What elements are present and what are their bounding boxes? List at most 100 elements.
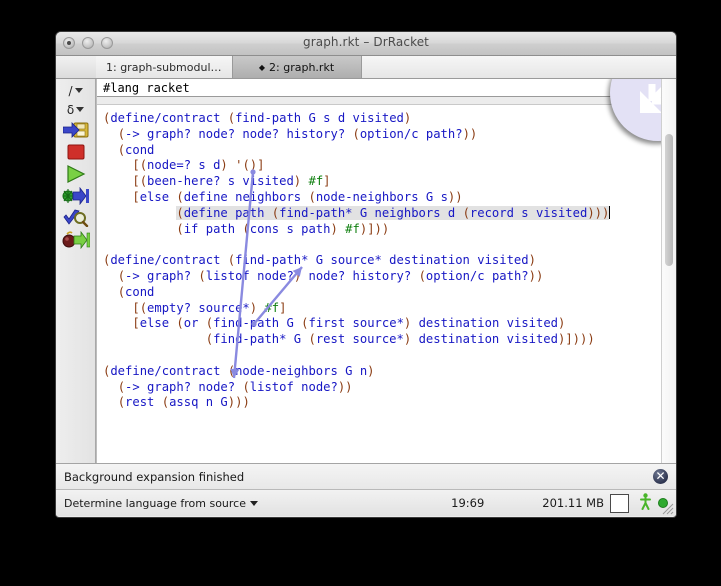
code-token: listof node? [250,380,338,394]
code-line[interactable]: (define path (find-path* G neighbors d (… [103,206,662,222]
code-token: node? history? [309,269,419,283]
window-title: graph.rkt – DrRacket [56,35,676,49]
code-line-text: [(been-here? s visited) #f] [132,174,330,188]
code-line[interactable]: (rest (assq n G))) [103,395,662,411]
code-token: G s d visited [301,111,404,125]
code-token: ) [220,158,235,172]
code-token: ] [323,174,330,188]
code-token: ) [404,316,419,330]
code-token: ( [118,143,125,157]
code-line[interactable]: (if path (cons s path) #f)])) [103,222,662,238]
tab-graph-submodule[interactable]: 1: graph-submodul… [96,56,233,78]
code-line-text: (define/contract (find-path G s d visite… [103,111,411,125]
code-token: find-path* G neighbors d [279,206,462,220]
code-line[interactable]: [(node=? s d) '()] [103,158,662,174]
cursor-position: 19:69 [451,496,484,510]
text-cursor [609,206,610,219]
code-token: ( [176,222,183,236]
save-button[interactable] [59,119,93,141]
code-token: rest [125,395,162,409]
code-token: or [184,316,206,330]
delta-menu-button[interactable]: δ [59,100,93,119]
code-token: ) [404,332,419,346]
editor-area: #lang racket (define/contract (find-path… [96,79,676,463]
code-token: ( [206,316,213,330]
code-token: ( [242,380,249,394]
code-token: '() [235,158,257,172]
code-line[interactable]: (define/contract (find-path* G source* d… [103,253,662,269]
lang-line[interactable]: #lang racket [97,79,662,97]
run-icon [65,165,87,183]
code-line-text: (rest (assq n G))) [118,395,250,409]
code-token: assq n G [169,395,228,409]
code-line[interactable]: (define/contract (find-path G s d visite… [103,111,662,127]
editor-vertical-scrollbar[interactable] [661,79,676,463]
code-token: define/contract [110,364,220,378]
code-line-text: (find-path* G (rest source*) destination… [206,332,595,346]
memory-gauge[interactable] [610,494,629,513]
macro-stepper-button[interactable] [59,185,93,207]
code-token: #f [308,174,323,188]
code-token: -> graph? [125,269,198,283]
indent-menu-button[interactable]: / [59,81,93,100]
save-icon [63,121,89,139]
code-line[interactable]: [(empty? source*) #f] [103,301,662,317]
code-line[interactable]: (-> graph? node? node? history? (option/… [103,127,662,143]
code-token: else [140,316,169,330]
code-line[interactable]: (-> graph? (listof node?) node? history?… [103,269,662,285]
code-line[interactable]: (cond [103,285,662,301]
code-token [220,111,227,125]
status-message-bar: Background expansion finished ✕ [56,463,676,489]
code-line[interactable]: (find-path* G (rest source*) destination… [103,332,662,348]
code-token: find-path G [213,316,301,330]
code-token: ( [118,395,125,409]
source-code[interactable]: (define/contract (find-path G s d visite… [97,105,662,411]
running-man-glyph [639,493,652,510]
code-token: ) [558,316,565,330]
code-line-text: (-> graph? (listof node?) node? history?… [118,269,544,283]
code-token: ) [330,222,345,236]
code-line[interactable]: (-> graph? node? (listof node?)) [103,380,662,396]
code-token: -> graph? node? [125,380,242,394]
code-token: ( [228,111,235,125]
code-token: else [140,190,169,204]
lang-divider [97,97,662,105]
code-token: destination visited [419,316,558,330]
dismiss-status-button[interactable]: ✕ [653,469,668,484]
code-token: )) [448,190,463,204]
status-message: Background expansion finished [64,470,244,484]
code-token: ( [228,364,235,378]
run-button[interactable] [59,163,93,185]
code-token: node=? s d [147,158,220,172]
code-token: ))) [587,206,609,220]
code-token: ( [176,190,183,204]
code-line[interactable] [103,237,662,253]
code-token: ( [301,316,308,330]
code-token: ( [118,285,125,299]
code-token: ( [118,269,125,283]
stop-button[interactable] [59,141,93,163]
code-token: )) [338,380,353,394]
language-selector[interactable]: Determine language from source [64,497,258,510]
tab-graph-rkt[interactable]: ◆ 2: graph.rkt [233,56,362,78]
check-syntax-button[interactable] [59,207,93,229]
scrollbar-thumb[interactable] [665,134,673,266]
code-line[interactable]: (cond [103,143,662,159]
code-line[interactable]: (define/contract (node-neighbors G n) [103,364,662,380]
resize-grip[interactable] [662,503,674,515]
code-token: ( [118,380,125,394]
code-line[interactable]: [else (define neighbors (node-neighbors … [103,190,662,206]
code-line-text: (cond [118,285,155,299]
code-token: ( [198,269,205,283]
code-editor[interactable]: #lang racket (define/contract (find-path… [96,79,662,463]
code-token: ( [228,253,235,267]
stop-icon [66,143,86,161]
debug-button[interactable] [59,229,93,251]
code-token: [ [132,190,139,204]
code-line[interactable]: [else (or (find-path G (first source*) d… [103,316,662,332]
code-line[interactable] [103,348,662,364]
code-token: ) [404,111,411,125]
delta-icon: δ [67,103,74,117]
code-line[interactable]: [(been-here? s visited) #f] [103,174,662,190]
code-token: ( [118,127,125,141]
